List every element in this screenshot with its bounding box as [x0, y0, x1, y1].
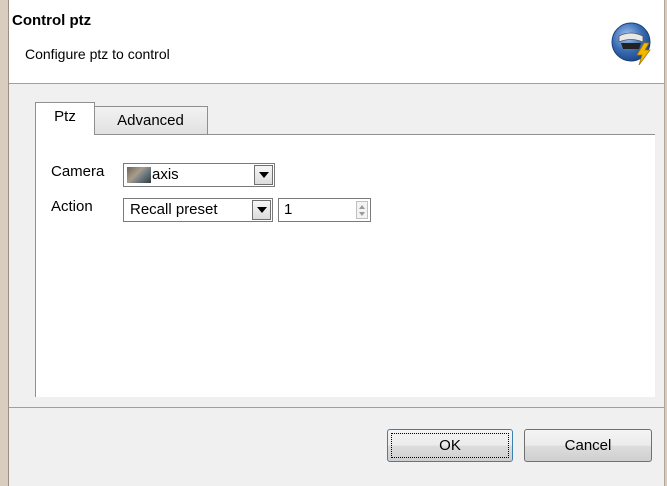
action-dropdown-value: Recall preset: [130, 201, 218, 218]
tab-panel-ptz: Camera axis Action Recall preset 1: [35, 134, 655, 397]
chevron-down-icon[interactable]: [254, 165, 273, 185]
stepper-arrows[interactable]: [356, 201, 368, 219]
preset-value: 1: [284, 201, 293, 218]
ok-button[interactable]: OK: [387, 429, 513, 462]
chevron-down-icon[interactable]: [252, 200, 271, 220]
tab-advanced[interactable]: Advanced: [94, 106, 208, 136]
arrow-down-icon[interactable]: [359, 212, 365, 216]
dialog-footer: OK Cancel: [9, 409, 664, 486]
preset-stepper[interactable]: 1: [278, 198, 371, 222]
arrow-up-icon[interactable]: [359, 205, 365, 209]
camera-thumbnail-icon: [127, 167, 151, 183]
camera-dropdown[interactable]: axis: [123, 163, 275, 187]
dialog-title: Control ptz: [12, 12, 92, 29]
action-label: Action: [51, 198, 93, 215]
camera-label: Camera: [51, 163, 105, 180]
action-dropdown[interactable]: Recall preset: [123, 198, 273, 222]
dialog-header: Control ptz Configure ptz to control: [9, 0, 664, 84]
dialog-subtitle: Configure ptz to control: [25, 46, 170, 62]
cancel-button[interactable]: Cancel: [524, 429, 652, 462]
dialog-content: Ptz Advanced Camera axis Action Recall p…: [9, 88, 664, 408]
window-frame-left: [0, 0, 9, 486]
focus-rect: [391, 433, 509, 458]
camera-lightning-icon: [611, 22, 651, 66]
tab-ptz[interactable]: Ptz: [35, 102, 95, 135]
camera-dropdown-value: axis: [152, 166, 179, 183]
